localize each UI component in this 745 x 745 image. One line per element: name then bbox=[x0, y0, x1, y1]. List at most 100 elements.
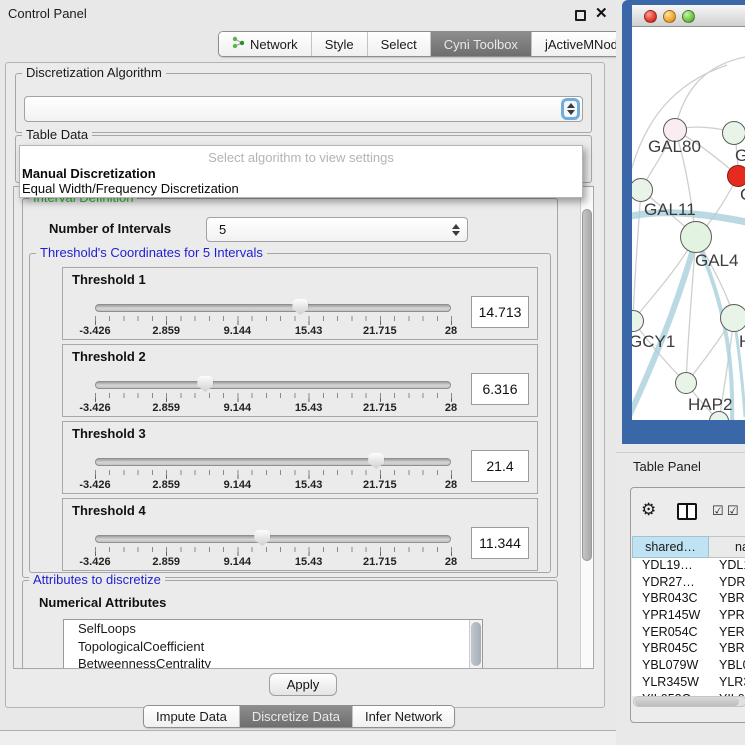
node-label-clipped: GA bbox=[735, 146, 745, 166]
slider-tick-label: -3.426 bbox=[70, 556, 120, 568]
cell-name[interactable]: YER0 bbox=[709, 625, 745, 642]
cell-name[interactable]: YLR3 bbox=[709, 675, 745, 692]
table-row[interactable]: YBL079WYBL0 bbox=[632, 658, 745, 675]
numerical-attributes-list: SelfLoops TopologicalCoefficient Between… bbox=[63, 619, 483, 669]
mac-close-icon[interactable] bbox=[644, 10, 657, 23]
table-row[interactable]: YPR145WYPR1 bbox=[632, 608, 745, 625]
slider-tick-label: -3.426 bbox=[70, 325, 120, 337]
list-item[interactable]: SelfLoops bbox=[64, 620, 482, 638]
tab-select[interactable]: Select bbox=[368, 32, 431, 56]
table-row[interactable]: YBR043CYBR0 bbox=[632, 591, 745, 608]
slider-tick-label: 15.43 bbox=[284, 402, 334, 414]
cell-shared-name[interactable]: YER054C bbox=[632, 625, 709, 642]
vertical-scrollbar[interactable] bbox=[580, 187, 593, 668]
window-title: Control Panel bbox=[8, 6, 87, 21]
network-canvas[interactable]: GAL80 GA C GAL11 GAL4 GCY1 H HAP2 bbox=[632, 27, 745, 420]
tab-impute-data[interactable]: Impute Data bbox=[144, 706, 240, 727]
threshold-slider-thumb[interactable] bbox=[368, 453, 384, 469]
list-item[interactable]: TopologicalCoefficient bbox=[64, 638, 482, 656]
tab-cyni-toolbox[interactable]: Cyni Toolbox bbox=[431, 32, 532, 56]
cell-shared-name[interactable]: YPR145W bbox=[632, 608, 709, 625]
list-scrollbar[interactable] bbox=[469, 620, 482, 669]
cell-name[interactable]: YDL1 bbox=[709, 558, 745, 575]
cell-name[interactable]: YBR0 bbox=[709, 641, 745, 658]
slider-tick-label: 21.715 bbox=[355, 479, 405, 491]
number-of-intervals-value: 5 bbox=[207, 222, 226, 237]
slider-tick-label: 28 bbox=[426, 402, 476, 414]
table-row[interactable]: YBR045CYBR0 bbox=[632, 641, 745, 658]
network-node[interactable] bbox=[680, 221, 712, 253]
tab-infer-network[interactable]: Infer Network bbox=[353, 706, 454, 727]
apply-button[interactable]: Apply bbox=[269, 673, 337, 696]
threshold-value-field[interactable]: 11.344 bbox=[471, 527, 529, 559]
dropdown-option-equal-width-frequency[interactable]: Equal Width/Frequency Discretization bbox=[22, 181, 239, 196]
horizontal-scrollbar-thumb[interactable] bbox=[635, 697, 739, 706]
dropdown-option-manual-discretization[interactable]: Manual Discretization bbox=[22, 166, 156, 181]
threshold-slider-track[interactable] bbox=[95, 458, 451, 466]
combo-stepper[interactable] bbox=[449, 222, 462, 238]
cell-shared-name[interactable]: YDL19… bbox=[632, 558, 709, 575]
column-header-shared-name[interactable]: shared… bbox=[632, 536, 709, 558]
tab-style[interactable]: Style bbox=[312, 32, 368, 56]
cell-shared-name[interactable]: YBR045C bbox=[632, 641, 709, 658]
threshold-row-1: Threshold 1 -3.4262.8599.14415.4321.7152… bbox=[62, 267, 538, 340]
node-label-clipped: H bbox=[739, 332, 745, 352]
interval-definition-group: Interval Definition Number of Intervals … bbox=[22, 198, 558, 578]
algorithm-combobox[interactable] bbox=[24, 96, 583, 122]
table-row[interactable]: YDL19…YDL1 bbox=[632, 558, 745, 575]
cell-shared-name[interactable]: YDR27… bbox=[632, 575, 709, 592]
column-header-name[interactable]: na bbox=[709, 536, 745, 558]
list-item[interactable]: BetweennessCentrality bbox=[64, 655, 482, 669]
threshold-slider-thumb[interactable] bbox=[292, 299, 308, 315]
threshold-slider-thumb[interactable] bbox=[197, 376, 213, 392]
slider-tick-label: 15.43 bbox=[284, 556, 334, 568]
slider-minor-ticks bbox=[95, 393, 452, 398]
threshold-value-field[interactable]: 14.713 bbox=[471, 296, 529, 328]
checkbox-icon[interactable]: ☑ bbox=[712, 503, 724, 519]
close-icon[interactable]: ✕ bbox=[595, 4, 608, 22]
number-of-intervals-combobox[interactable]: 5 bbox=[206, 217, 468, 242]
table-row[interactable]: YER054CYER0 bbox=[632, 625, 745, 642]
numerical-attributes-label: Numerical Attributes bbox=[39, 595, 166, 610]
threshold-slider-track[interactable] bbox=[95, 381, 451, 389]
threshold-slider-thumb[interactable] bbox=[254, 530, 270, 546]
threshold-slider-track[interactable] bbox=[95, 535, 451, 543]
tab-discretize-data[interactable]: Discretize Data bbox=[240, 706, 353, 727]
slider-tick-label: 21.715 bbox=[355, 325, 405, 337]
slider-tick-label: 2.859 bbox=[141, 402, 191, 414]
gear-icon[interactable]: ⚙ bbox=[641, 500, 656, 520]
cell-name[interactable]: YBL0 bbox=[709, 658, 745, 675]
cell-name[interactable]: YPR1 bbox=[709, 608, 745, 625]
split-columns-icon[interactable] bbox=[677, 503, 697, 520]
horizontal-scrollbar[interactable] bbox=[633, 696, 745, 707]
list-scrollbar-thumb[interactable] bbox=[471, 622, 481, 666]
network-node-selected[interactable] bbox=[727, 165, 745, 187]
cell-shared-name[interactable]: YBL079W bbox=[632, 658, 709, 675]
table-row[interactable]: YDR27…YDR2 bbox=[632, 575, 745, 592]
mac-zoom-icon[interactable] bbox=[682, 10, 695, 23]
control-panel-tabs: Network Style Select Cyni Toolbox jActiv… bbox=[218, 31, 656, 57]
cell-shared-name[interactable]: YLR345W bbox=[632, 675, 709, 692]
network-node[interactable] bbox=[675, 372, 697, 394]
slider-tick-label: 28 bbox=[426, 479, 476, 491]
network-node[interactable] bbox=[720, 304, 745, 332]
checkbox-icon[interactable]: ☑ bbox=[727, 503, 739, 519]
network-view-window: GAL80 GA C GAL11 GAL4 GCY1 H HAP2 bbox=[622, 0, 745, 444]
cell-name[interactable]: YDR2 bbox=[709, 575, 745, 592]
cell-shared-name[interactable]: YBR043C bbox=[632, 591, 709, 608]
threshold-slider-track[interactable] bbox=[95, 304, 451, 312]
combo-stepper[interactable] bbox=[564, 101, 577, 117]
tab-network[interactable]: Network bbox=[219, 32, 312, 56]
threshold-value-field[interactable]: 6.316 bbox=[471, 373, 529, 405]
table-row[interactable]: YLR345WYLR3 bbox=[632, 675, 745, 692]
mac-minimize-icon[interactable] bbox=[663, 10, 676, 23]
control-panel-titlebar: Control Panel ✕ bbox=[0, 0, 616, 26]
node-label-gal80: GAL80 bbox=[648, 137, 701, 157]
cell-name[interactable]: YBR0 bbox=[709, 591, 745, 608]
network-node[interactable] bbox=[722, 121, 745, 145]
node-label-gcy1: GCY1 bbox=[632, 332, 675, 352]
float-window-icon[interactable] bbox=[575, 10, 586, 21]
vertical-scrollbar-thumb[interactable] bbox=[582, 209, 592, 561]
cyni-bottom-tabs: Impute Data Discretize Data Infer Networ… bbox=[143, 705, 455, 728]
threshold-value-field[interactable]: 21.4 bbox=[471, 450, 529, 482]
